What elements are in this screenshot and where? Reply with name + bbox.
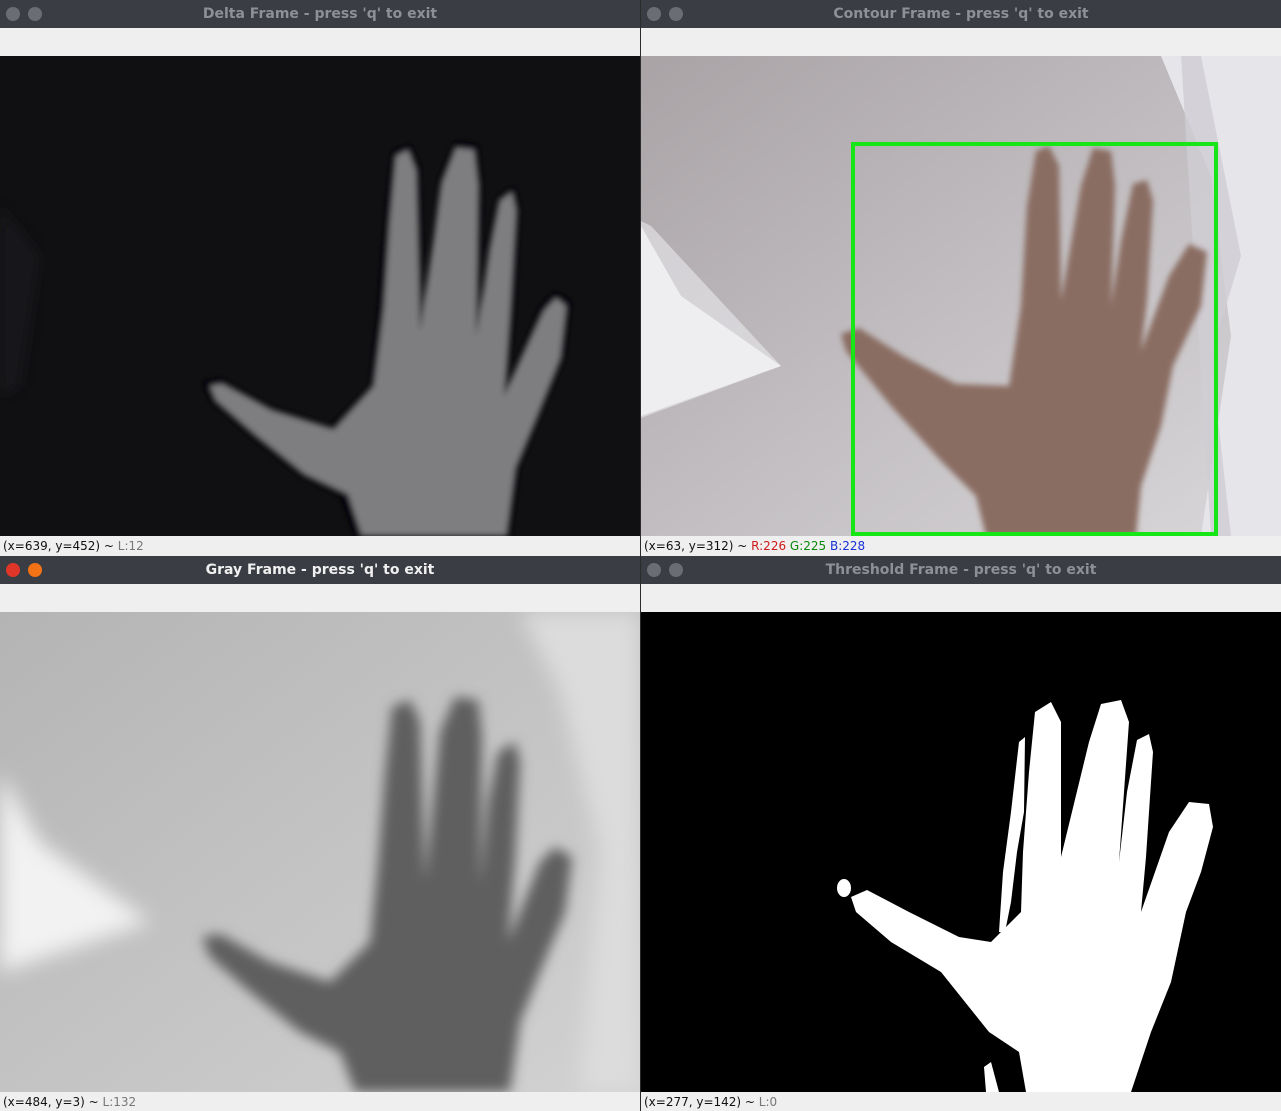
minimize-icon[interactable] [28, 7, 42, 21]
red-value: R:226 [751, 539, 787, 553]
delta-status-bar: (x=639, y=452) ~ L:12 [0, 536, 640, 556]
window-title: Threshold Frame - press 'q' to exit [825, 562, 1097, 578]
window-title: Contour Frame - press 'q' to exit [833, 6, 1089, 22]
green-value: G:225 [789, 539, 827, 553]
minimize-icon[interactable] [28, 563, 42, 577]
blue-value: B:228 [830, 539, 866, 553]
cursor-coords: (x=277, y=142) ~ [644, 1095, 759, 1109]
gray-toolbar [0, 584, 640, 612]
delta-toolbar [0, 28, 640, 56]
threshold-toolbar [641, 584, 1281, 612]
cursor-coords: (x=63, y=312) ~ [644, 539, 752, 553]
close-icon[interactable] [6, 7, 20, 21]
threshold-image-view[interactable] [641, 612, 1281, 1092]
window-title: Delta Frame - press 'q' to exit [202, 6, 438, 22]
contour-toolbar [641, 28, 1281, 56]
window-title: Gray Frame - press 'q' to exit [205, 562, 435, 578]
close-icon[interactable] [647, 7, 661, 21]
close-icon[interactable] [647, 563, 661, 577]
contour-image-view[interactable] [641, 56, 1281, 536]
gray-titlebar[interactable]: Gray Frame - press 'q' to exit [0, 556, 640, 584]
threshold-titlebar[interactable]: Threshold Frame - press 'q' to exit [641, 556, 1281, 584]
delta-titlebar[interactable]: Delta Frame - press 'q' to exit [0, 0, 640, 28]
cursor-coords: (x=484, y=3) ~ [3, 1095, 103, 1109]
delta-frame-window: Delta Frame - press 'q' to exit (x=639, … [0, 0, 640, 556]
pixel-level: L:132 [102, 1095, 137, 1109]
contour-status-bar: (x=63, y=312) ~ R:226 G:225 B:228 [641, 536, 1281, 556]
threshold-status-bar: (x=277, y=142) ~ L:0 [641, 1092, 1281, 1111]
pixel-level: L:12 [117, 539, 144, 553]
close-icon[interactable] [6, 563, 20, 577]
minimize-icon[interactable] [669, 563, 683, 577]
minimize-icon[interactable] [669, 7, 683, 21]
gray-frame-window: Gray Frame - press 'q' to exit (x=484, y… [0, 556, 640, 1111]
contour-titlebar[interactable]: Contour Frame - press 'q' to exit [641, 0, 1281, 28]
cursor-coords: (x=639, y=452) ~ [3, 539, 118, 553]
gray-image-view[interactable] [0, 612, 640, 1092]
contour-frame-window: Contour Frame - press 'q' to exit (x=63,… [641, 0, 1281, 556]
pixel-level: L:0 [758, 1095, 778, 1109]
delta-image-view[interactable] [0, 56, 640, 536]
gray-status-bar: (x=484, y=3) ~ L:132 [0, 1092, 640, 1111]
threshold-frame-window: Threshold Frame - press 'q' to exit (x=2… [641, 556, 1281, 1111]
